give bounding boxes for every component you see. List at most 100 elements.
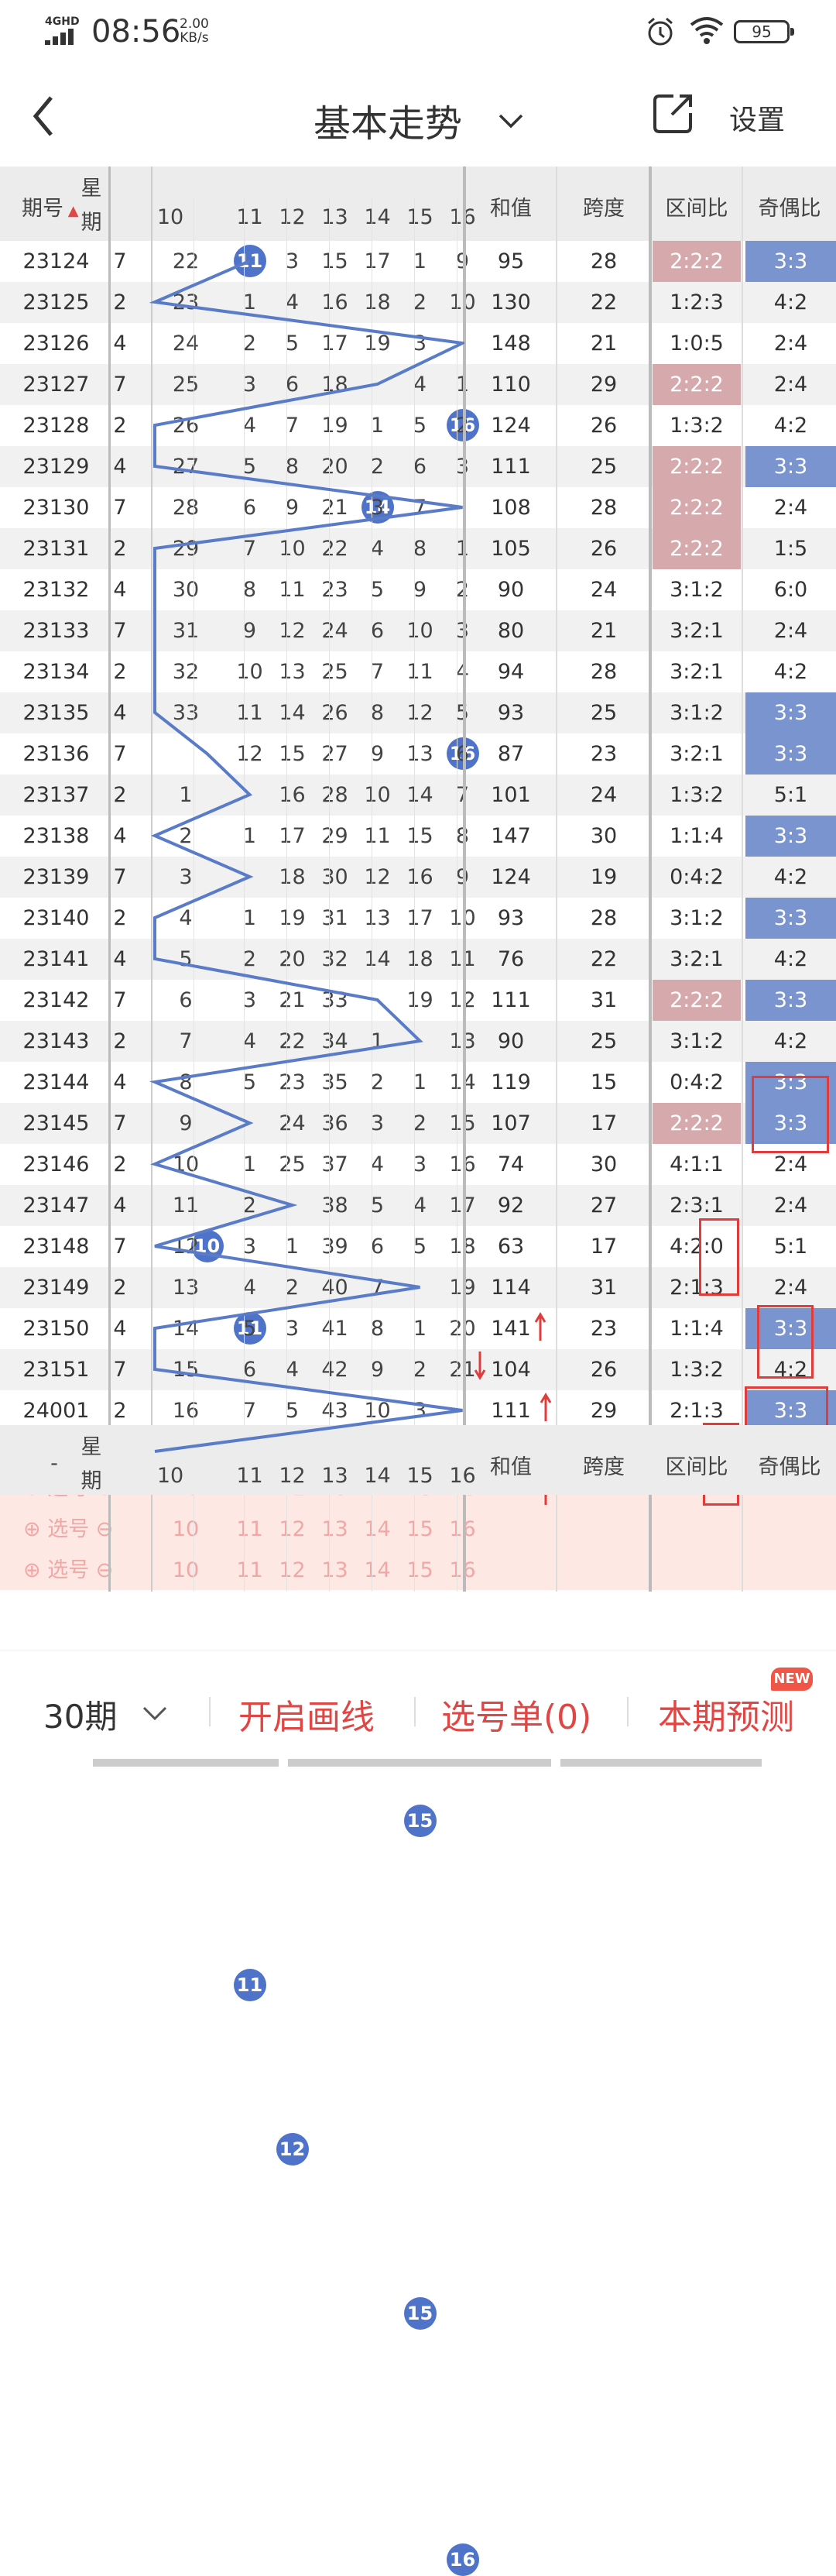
selection-list-button[interactable]: 选号单(0) bbox=[441, 1689, 591, 1739]
period-selector[interactable]: 30期 bbox=[43, 1691, 117, 1738]
picker-number[interactable]: 12 bbox=[271, 1509, 314, 1550]
number-cell: 12 bbox=[172, 1235, 200, 1259]
table-row[interactable]: 23134232101325711494283:2:14:2 bbox=[0, 651, 836, 692]
number-cell: 23 bbox=[279, 1070, 306, 1094]
table-row[interactable]: 2315171564429221104261:3:24:2 bbox=[0, 1349, 836, 1390]
table-row[interactable]: 231324308112359290243:1:26:0 bbox=[0, 569, 836, 610]
table-row[interactable]: 23138421172911158147301:1:43:3 bbox=[0, 816, 836, 857]
number-cell bbox=[228, 1103, 271, 1144]
weekday: 7 bbox=[113, 249, 127, 273]
odd-even-ratio: 4:2 bbox=[773, 947, 808, 971]
number-cell: 6 bbox=[413, 455, 427, 479]
table-row[interactable]: 231294275820263111252:2:23:3 bbox=[0, 446, 836, 487]
picker-number[interactable]: 15 bbox=[399, 1509, 441, 1550]
number-cell: 5 bbox=[179, 947, 193, 971]
table-row[interactable]: 2313373191224610380213:2:12:4 bbox=[0, 610, 836, 651]
number-cell: 32 bbox=[321, 947, 348, 971]
table-row[interactable]: 231367121527913687233:2:13:310 bbox=[0, 733, 836, 1262]
table-row[interactable]: 23127725361841110292:2:22:414 bbox=[0, 364, 836, 524]
number-cell bbox=[228, 857, 271, 898]
sum-value: 105 bbox=[491, 537, 531, 561]
number-cell: 3 bbox=[285, 249, 300, 273]
picker-number[interactable]: 13 bbox=[314, 1550, 356, 1591]
bottom-toolbar: 30期 开启画线 选号单(0) 本期预测 NEW bbox=[0, 1650, 836, 1767]
picker-number[interactable]: 11 bbox=[228, 1550, 271, 1591]
weekday: 2 bbox=[113, 414, 127, 438]
table-row[interactable]: 2313721162810147101241:3:25:111 bbox=[0, 775, 836, 1345]
table-row[interactable]: 231457924363215107172:2:23:311 bbox=[0, 1103, 836, 2001]
weekday: 4 bbox=[113, 331, 127, 355]
table-row[interactable]: 231282264719152124261:3:24:2 bbox=[0, 405, 836, 446]
issue-header[interactable]: 期号 ▲ bbox=[22, 191, 79, 222]
chevron-down-icon[interactable] bbox=[495, 105, 526, 136]
table-row[interactable]: 231264242517193148211:0:52:416 bbox=[0, 323, 836, 441]
picker-label[interactable]: ⊕ 选号 ⊖ bbox=[23, 1550, 116, 1591]
table-row[interactable]: 23143274223411390253:1:24:215 bbox=[0, 1021, 836, 1837]
sum-value: 63 bbox=[497, 1235, 525, 1259]
number-cell: 5 bbox=[242, 1070, 257, 1094]
sum-value: 90 bbox=[497, 1029, 525, 1053]
picker-number[interactable]: 10 bbox=[151, 1509, 221, 1550]
number-cell: 10 bbox=[406, 619, 433, 643]
span-value: 28 bbox=[590, 496, 618, 520]
picker-number[interactable]: 11 bbox=[228, 1509, 271, 1550]
picker-number[interactable]: 14 bbox=[356, 1550, 399, 1591]
table-row[interactable]: 23135433111426812593253:1:23:3 bbox=[0, 692, 836, 733]
number-cell: 5 bbox=[413, 1235, 427, 1259]
draw-lines-button[interactable]: 开启画线 bbox=[238, 1689, 375, 1739]
page-title[interactable]: 基本走势 bbox=[314, 93, 462, 147]
number-cell: 13 bbox=[364, 906, 391, 930]
table-row[interactable]: 23130728692137108282:2:22:416 bbox=[0, 487, 836, 770]
issue-number: 23141 bbox=[22, 947, 90, 971]
number-cell: 22 bbox=[321, 537, 348, 561]
number-cell: 22 bbox=[279, 1029, 306, 1053]
prediction-button[interactable]: 本期预测 bbox=[658, 1689, 794, 1739]
network-type: 4GHD bbox=[45, 15, 80, 28]
back-arrow-icon[interactable] bbox=[29, 93, 60, 139]
interval-ratio: 2:2:2 bbox=[653, 364, 741, 405]
table-row[interactable]: 23141452203214181176223:2:14:2 bbox=[0, 939, 836, 980]
table-row[interactable]: 2314448523352114119150:4:23:3 bbox=[0, 1062, 836, 1103]
sum-value: 87 bbox=[497, 742, 525, 766]
span-value: 26 bbox=[590, 414, 618, 438]
issue-number: 23124 bbox=[22, 249, 90, 273]
table-row[interactable]: 2313973183012169124190:4:24:211 bbox=[0, 857, 836, 1509]
number-cell: 35 bbox=[321, 1070, 348, 1094]
number-cell: 1 bbox=[413, 1317, 427, 1341]
picker-number[interactable]: 12 bbox=[271, 1550, 314, 1591]
picker-number[interactable]: 13 bbox=[314, 1509, 356, 1550]
number-cell: 5 bbox=[413, 414, 427, 438]
table-row[interactable]: 2314276321331912111312:2:23:314 bbox=[0, 980, 836, 1755]
number-cell: 4 bbox=[370, 1152, 385, 1176]
table-row[interactable]: 23124722315171995282:2:23:311 bbox=[0, 241, 836, 282]
picker-number[interactable]: 15 bbox=[399, 1550, 441, 1591]
footer-number-header-14: 14 bbox=[364, 1464, 391, 1488]
share-icon[interactable] bbox=[650, 90, 697, 136]
sum-value: 101 bbox=[491, 783, 531, 807]
table-row[interactable]: 2314621012537431674304:1:12:4 bbox=[0, 1144, 836, 1185]
sum-value: 94 bbox=[497, 660, 525, 684]
up-arrow-icon bbox=[540, 1393, 552, 1421]
picker-label[interactable]: ⊕ 选号 ⊖ bbox=[23, 1509, 116, 1550]
picker-row[interactable]: ⊕ 选号 ⊖10111213141516 bbox=[0, 1509, 836, 1550]
interval-ratio: 1:0:5 bbox=[670, 331, 724, 355]
chevron-down-icon[interactable] bbox=[139, 1702, 170, 1725]
sum-value: 111 bbox=[491, 988, 531, 1012]
issue-number: 23125 bbox=[22, 290, 90, 314]
interval-ratio: 0:4:2 bbox=[670, 1070, 724, 1094]
table-row[interactable]: 2313122971022481105262:2:21:5 bbox=[0, 528, 836, 569]
table-row[interactable]: 2315041453418120141231:1:43:3 bbox=[0, 1308, 836, 1349]
issue-number: 23128 bbox=[22, 414, 90, 438]
number-cell bbox=[271, 1185, 314, 1226]
settings-button[interactable]: 设置 bbox=[729, 98, 785, 138]
picker-number[interactable]: 10 bbox=[151, 1550, 221, 1591]
number-cell: 2 bbox=[179, 824, 193, 848]
number-cell: 12 bbox=[236, 742, 263, 766]
table-row[interactable]: 23140241193113171093283:1:23:3 bbox=[0, 898, 836, 939]
picker-number[interactable]: 14 bbox=[356, 1509, 399, 1550]
number-cell: 27 bbox=[321, 742, 348, 766]
number-cell: 17 bbox=[364, 249, 391, 273]
odd-even-ratio: 3:3 bbox=[745, 898, 836, 939]
table-row[interactable]: 23125223141618210130221:2:34:2 bbox=[0, 282, 836, 323]
picker-row[interactable]: ⊕ 选号 ⊖10111213141516 bbox=[0, 1550, 836, 1591]
